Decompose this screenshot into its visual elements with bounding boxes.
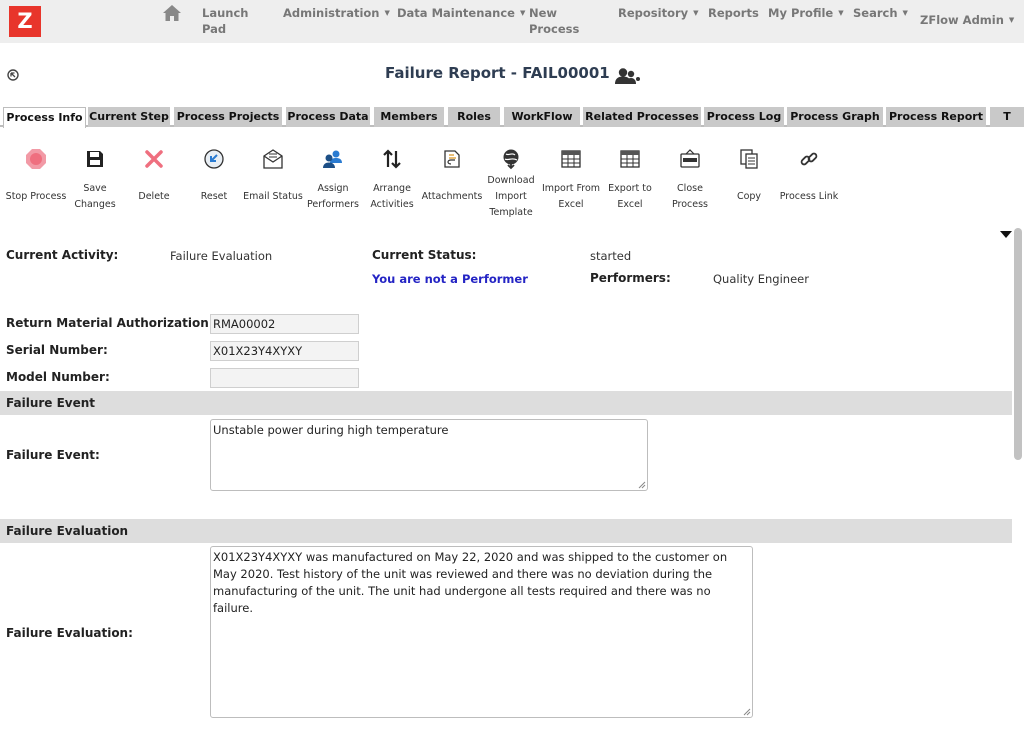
tab-workflow[interactable]: WorkFlow <box>504 107 580 127</box>
nav-my-profile[interactable]: My Profile ▼ <box>768 5 844 21</box>
process-link-button[interactable]: Process Link <box>774 148 844 223</box>
page-title: Failure Report - FAIL00001 <box>385 64 610 82</box>
tab-process-info[interactable]: Process Info <box>3 107 86 128</box>
rma-field[interactable]: RMA00002 <box>210 314 359 334</box>
delete-icon <box>145 150 163 168</box>
copy-icon <box>740 149 758 169</box>
chevron-down-icon: ▼ <box>1008 16 1015 24</box>
nav-launch-pad[interactable]: Launch Pad <box>202 5 248 37</box>
tab-process-graph[interactable]: Process Graph <box>787 107 883 127</box>
failure-evaluation-label: Failure Evaluation: <box>6 626 133 640</box>
model-number-label: Model Number: <box>6 370 110 384</box>
top-navbar: Z Launch Pad Administration ▼ Data Mainten… <box>0 0 1024 43</box>
vertical-scrollbar[interactable] <box>1014 228 1022 460</box>
tab-roles[interactable]: Roles <box>448 107 500 127</box>
chevron-down-icon: ▼ <box>902 9 908 17</box>
nav-user-menu[interactable]: ZFlow Admin ▼ <box>920 12 1014 28</box>
attachments-icon <box>444 150 460 168</box>
home-icon[interactable] <box>162 4 182 22</box>
email-icon <box>263 149 283 169</box>
failure-evaluation-textarea[interactable]: X01X23Y4XYXY was manufactured on May 22,… <box>210 546 753 718</box>
chevron-down-icon: ▼ <box>693 9 699 17</box>
nav-data-maintenance[interactable]: Data Maintenance ▼ <box>397 5 525 21</box>
process-tabs: Process Info Current Step Process Projec… <box>0 107 1024 128</box>
tab-overflow[interactable]: T <box>990 107 1024 127</box>
rma-label: Return Material Authorization: <box>6 316 214 330</box>
close-process-icon <box>680 149 700 168</box>
serial-number-field[interactable]: X01X23Y4XYXY <box>210 341 359 361</box>
model-number-field[interactable] <box>210 368 359 388</box>
tab-process-projects[interactable]: Process Projects <box>174 107 282 127</box>
nav-administration[interactable]: Administration ▼ <box>283 5 390 21</box>
resize-handle-icon[interactable] <box>638 481 646 489</box>
chevron-down-icon: ▼ <box>384 9 390 17</box>
download-icon <box>503 149 519 170</box>
nav-reports[interactable]: Reports <box>708 5 759 21</box>
collapse-icon[interactable] <box>7 69 19 81</box>
tab-process-report[interactable]: Process Report <box>886 107 986 127</box>
export-excel-icon <box>620 150 640 168</box>
current-activity-value: Failure Evaluation <box>170 249 273 263</box>
nav-new-process[interactable]: New Process <box>529 5 579 37</box>
save-icon <box>87 151 103 167</box>
link-icon <box>800 152 818 166</box>
stop-icon <box>26 149 46 169</box>
assign-performers-icon <box>323 150 342 168</box>
tab-process-data[interactable]: Process Data <box>286 107 370 127</box>
failure-event-label: Failure Event: <box>6 448 100 462</box>
resize-handle-icon[interactable] <box>743 708 751 716</box>
import-excel-icon <box>561 150 581 168</box>
app-logo[interactable]: Z <box>9 6 41 37</box>
chevron-down-icon: ▼ <box>519 9 526 17</box>
chevron-down-icon: ▼ <box>838 9 844 17</box>
current-status-label: Current Status: <box>372 248 477 262</box>
failure-event-section-header: Failure Event <box>0 391 1012 415</box>
reset-icon <box>204 149 224 169</box>
expand-toggle-icon[interactable] <box>999 229 1013 239</box>
nav-search[interactable]: Search ▼ <box>853 5 908 21</box>
performers-value: Quality Engineer <box>713 272 809 286</box>
tab-related-processes[interactable]: Related Processes <box>583 107 701 127</box>
current-status-value: started <box>590 249 632 263</box>
tab-members[interactable]: Members <box>374 107 444 127</box>
arrange-icon <box>383 149 401 169</box>
failure-event-textarea[interactable]: Unstable power during high temperature <box>210 419 648 491</box>
performers-label: Performers: <box>590 271 671 285</box>
serial-number-label: Serial Number: <box>6 343 108 357</box>
tab-current-step[interactable]: Current Step <box>88 107 170 127</box>
current-activity-label: Current Activity: <box>6 248 119 262</box>
nav-repository[interactable]: Repository ▼ <box>618 5 699 21</box>
team-icon[interactable] <box>614 67 642 85</box>
tab-process-log[interactable]: Process Log <box>704 107 784 127</box>
failure-evaluation-section-header: Failure Evaluation <box>0 519 1012 543</box>
not-performer-notice: You are not a Performer <box>372 272 528 286</box>
